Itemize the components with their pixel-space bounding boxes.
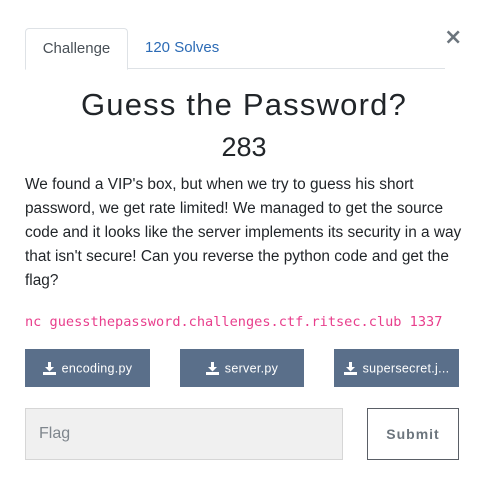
flag-input[interactable] (25, 408, 343, 460)
file-download-server[interactable]: server.py (180, 349, 304, 387)
file-download-supersecret[interactable]: supersecret.j... (334, 349, 459, 387)
file-label: supersecret.j... (362, 361, 450, 376)
tab-solves[interactable]: 120 Solves (129, 28, 235, 69)
challenge-modal: × Challenge 120 Solves Guess the Passwor… (0, 0, 488, 501)
challenge-points: 283 (221, 132, 267, 162)
download-icon (343, 362, 357, 376)
submit-button[interactable]: Submit (367, 408, 459, 460)
file-label: server.py (224, 361, 279, 376)
close-icon[interactable]: × (444, 25, 462, 50)
file-label: encoding.py (61, 361, 133, 376)
connection-string: nc guessthepassword.challenges.ctf.ritse… (25, 314, 443, 330)
challenge-tabs: Challenge 120 Solves (25, 28, 445, 70)
download-icon (205, 362, 219, 376)
challenge-description: We found a VIP's box, but when we try to… (25, 176, 462, 289)
challenge-title: Guess the Password? (80, 87, 408, 122)
download-icon (42, 362, 56, 376)
file-download-encoding[interactable]: encoding.py (25, 349, 150, 387)
close-button[interactable]: × (444, 25, 462, 50)
tab-challenge[interactable]: Challenge (25, 28, 128, 70)
